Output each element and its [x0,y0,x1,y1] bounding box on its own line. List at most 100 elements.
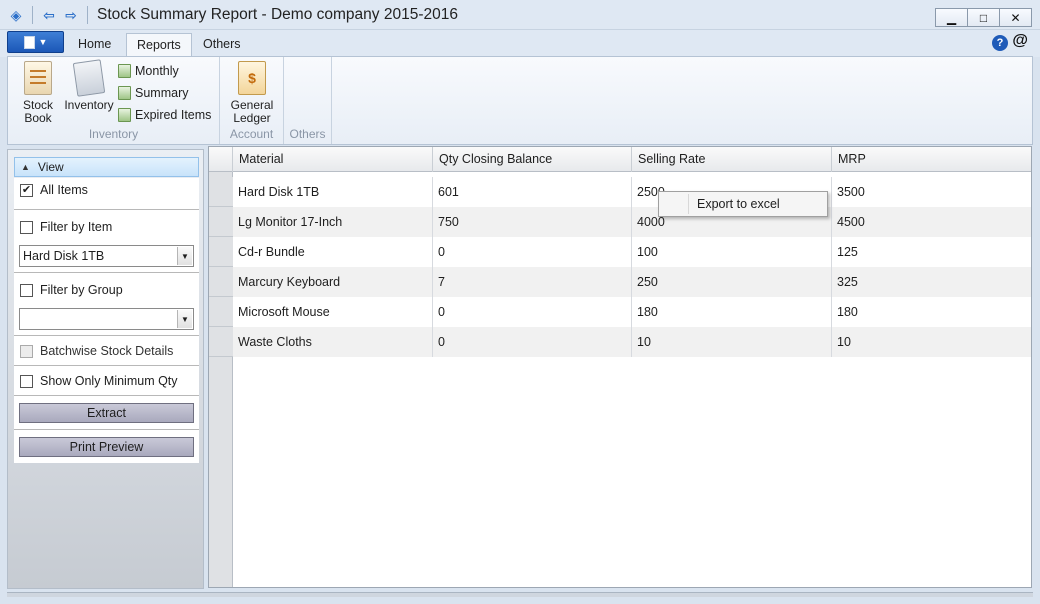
min-qty-checkbox[interactable]: Show Only Minimum Qty [20,374,178,388]
print-preview-section: Print Preview [14,430,199,463]
document-icon [23,35,35,49]
min-qty-check-box [20,374,33,388]
monthly-button[interactable]: Monthly [118,61,179,80]
cell-mrp[interactable]: 4500 [832,207,1031,237]
table-row[interactable]: Waste Cloths 0 10 10 [233,327,1031,357]
table-row[interactable]: Cd-r Bundle 0 100 125 [233,237,1031,267]
group-select[interactable]: ▼ [19,308,194,330]
filter-by-group-checkbox[interactable]: Filter by Group [20,283,123,297]
row-header[interactable] [209,267,233,297]
row-header[interactable] [209,207,233,237]
summary-button[interactable]: Summary [118,83,188,102]
column-header-selling-rate[interactable]: Selling Rate [632,147,832,172]
monthly-report-icon [118,63,131,78]
filter-by-item-check-box [20,220,33,234]
help-icon[interactable]: ? [992,35,1008,51]
dropdown-arrow-icon[interactable]: ▼ [177,310,192,328]
row-header[interactable] [209,297,233,327]
cell-selling-rate[interactable]: 180 [632,297,832,327]
group-label-others: Others [289,127,326,141]
chevron-down-icon: ▼ [38,37,48,47]
table-row[interactable]: Microsoft Mouse 0 180 180 [233,297,1031,327]
row-header[interactable] [209,327,233,357]
cell-qty[interactable]: 7 [433,267,632,297]
item-select[interactable]: Hard Disk 1TB ▼ [19,245,194,267]
tab-reports[interactable]: Reports [126,33,192,57]
filter-by-item-checkbox[interactable]: Filter by Item [20,220,112,234]
qat-separator [32,6,33,24]
stock-book-button[interactable]: Stock Book [18,61,58,125]
table-row[interactable]: Marcury Keyboard 7 250 325 [233,267,1031,297]
grid-header-row: Material Qty Closing Balance Selling Rat… [209,147,1031,172]
cell-selling-rate[interactable]: 250 [632,267,832,297]
filter-by-group-section: Filter by Group ▼ [14,273,199,336]
min-qty-label: Show Only Minimum Qty [40,374,178,388]
forward-arrow-icon[interactable]: ⇨ [63,7,79,23]
filter-panel: ▲ View ✔ All Items Filter by Item Hard D… [7,149,204,589]
ribbon-group-others: Others [284,57,332,144]
minimize-button[interactable]: ▁ [935,8,968,27]
print-preview-button[interactable]: Print Preview [19,437,194,457]
expired-items-label: Expired Items [135,107,212,122]
about-at-icon[interactable]: @ [1012,32,1028,50]
export-to-excel-menu-item[interactable]: Export to excel [697,197,780,211]
cell-qty[interactable]: 0 [433,297,632,327]
cell-material[interactable]: Lg Monitor 17-Inch [233,207,433,237]
application-menu-button[interactable]: ▼ [7,31,64,53]
all-items-checkbox[interactable]: ✔ All Items [20,183,88,197]
cell-material[interactable]: Hard Disk 1TB [233,177,433,207]
item-select-value: Hard Disk 1TB [23,249,105,263]
expired-items-icon [118,107,131,122]
general-ledger-button[interactable]: $ General Ledger [226,61,278,125]
all-items-check-icon: ✔ [20,183,33,197]
cell-mrp[interactable]: 10 [832,327,1031,357]
cell-material[interactable]: Marcury Keyboard [233,267,433,297]
cell-qty[interactable]: 601 [433,177,632,207]
ribbon-group-account: $ General Ledger Account [220,57,284,144]
back-arrow-icon[interactable]: ⇦ [41,7,57,23]
table-row[interactable]: Hard Disk 1TB 601 2500 3500 [233,177,1031,207]
cell-mrp[interactable]: 325 [832,267,1031,297]
expired-items-button[interactable]: Expired Items [118,105,211,124]
tab-home[interactable]: Home [68,33,121,57]
window-title: Stock Summary Report - Demo company 2015… [97,6,458,23]
monthly-label: Monthly [135,63,179,78]
batchwise-checkbox[interactable]: Batchwise Stock Details [20,344,173,358]
tab-others[interactable]: Others [193,33,251,57]
select-all-corner[interactable] [209,147,233,172]
view-expander-header[interactable]: ▲ View [14,157,199,177]
column-header-material[interactable]: Material [233,147,433,172]
cell-material[interactable]: Waste Cloths [233,327,433,357]
cell-mrp[interactable]: 125 [832,237,1031,267]
row-header[interactable] [209,177,233,207]
ribbon-group-inventory: Stock Book Inventory Monthly Summary Exp… [8,57,220,144]
filter-by-item-section: Filter by Item Hard Disk 1TB ▼ [14,210,199,273]
cell-selling-rate[interactable]: 10 [632,327,832,357]
extract-button[interactable]: Extract [19,403,194,423]
maximize-button[interactable]: □ [967,8,1000,27]
dropdown-arrow-icon[interactable]: ▼ [177,247,192,265]
row-header[interactable] [209,237,233,267]
app-icon[interactable]: ◈ [8,7,24,23]
batchwise-check-box [20,344,33,358]
filter-options: ✔ All Items Filter by Item Hard Disk 1TB… [14,178,199,463]
inventory-button[interactable]: Inventory [62,59,116,112]
summary-report-icon [118,85,131,100]
horizontal-scrollbar[interactable] [7,592,1033,597]
column-header-qty-closing-balance[interactable]: Qty Closing Balance [433,147,632,172]
cell-qty[interactable]: 0 [433,237,632,267]
batchwise-section: Batchwise Stock Details [14,336,199,366]
cell-selling-rate[interactable]: 100 [632,237,832,267]
close-button[interactable]: ✕ [999,8,1032,27]
cell-mrp[interactable]: 180 [832,297,1031,327]
cell-mrp[interactable]: 3500 [832,177,1031,207]
cell-qty[interactable]: 0 [433,327,632,357]
cell-material[interactable]: Cd-r Bundle [233,237,433,267]
view-header-label: View [37,160,64,174]
filter-by-item-label: Filter by Item [40,220,113,234]
column-header-mrp[interactable]: MRP [832,147,1031,172]
cell-qty[interactable]: 750 [433,207,632,237]
table-row[interactable]: Lg Monitor 17-Inch 750 4000 4500 [233,207,1031,237]
cell-material[interactable]: Microsoft Mouse [233,297,433,327]
group-label-inventory: Inventory [88,127,139,141]
